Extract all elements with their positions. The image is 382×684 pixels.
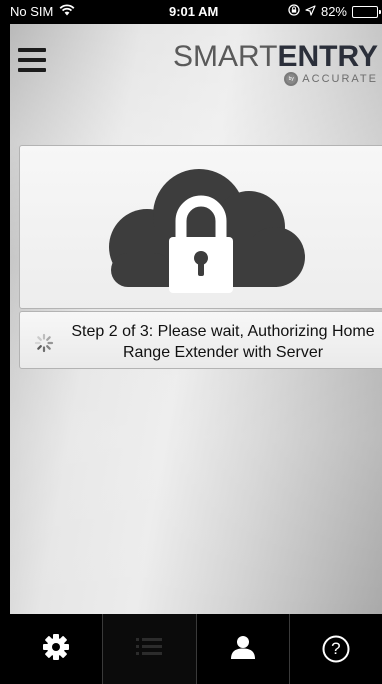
brand-accurate: ACCURATE: [302, 73, 378, 85]
app-screen: No SIM 9:01 AM 82% SMARTENTRY by ACCURAT…: [10, 0, 382, 684]
status-left: No SIM: [10, 4, 75, 19]
tab-list[interactable]: [102, 614, 196, 684]
brand-entry: ENTRY: [277, 40, 378, 73]
battery-icon: [352, 5, 381, 18]
brand-subtitle: by ACCURATE: [173, 72, 378, 86]
brand-logo: SMARTENTRY by ACCURATE: [173, 42, 378, 86]
battery-percent: 82%: [320, 4, 347, 19]
menu-button[interactable]: [18, 48, 48, 72]
screen-lock-icon: [288, 4, 300, 19]
person-icon: [230, 634, 256, 665]
tab-profile[interactable]: [195, 614, 289, 684]
help-icon: ?: [321, 634, 351, 664]
brand-by-badge: by: [284, 72, 299, 86]
status-bar: No SIM 9:01 AM 82%: [10, 0, 382, 24]
wifi-icon: [59, 4, 75, 19]
lock-card: [19, 145, 382, 309]
menu-bar: [18, 48, 46, 52]
bottom-tab-bar: ?: [10, 614, 382, 684]
status-message-row: Step 2 of 3: Please wait, Authorizing Ho…: [19, 311, 382, 369]
cloud-lock-icon: [99, 167, 309, 297]
status-time: 9:01 AM: [169, 4, 219, 19]
gear-icon: [41, 632, 71, 667]
menu-bar: [18, 68, 46, 72]
help-icon-label: ?: [331, 639, 341, 658]
location-icon: [305, 4, 316, 19]
brand-wordmark: SMARTENTRY: [173, 42, 378, 72]
menu-bar: [18, 58, 46, 62]
status-message: Step 2 of 3: Please wait, Authorizing Ho…: [71, 323, 375, 361]
list-icon: [135, 636, 163, 663]
brand-smart: SMART: [172, 40, 278, 73]
status-right: 82%: [288, 4, 381, 19]
tab-help[interactable]: ?: [288, 614, 382, 684]
loading-spinner-icon: [34, 333, 54, 353]
carrier-label: No SIM: [10, 4, 54, 19]
tab-settings[interactable]: [10, 614, 102, 684]
